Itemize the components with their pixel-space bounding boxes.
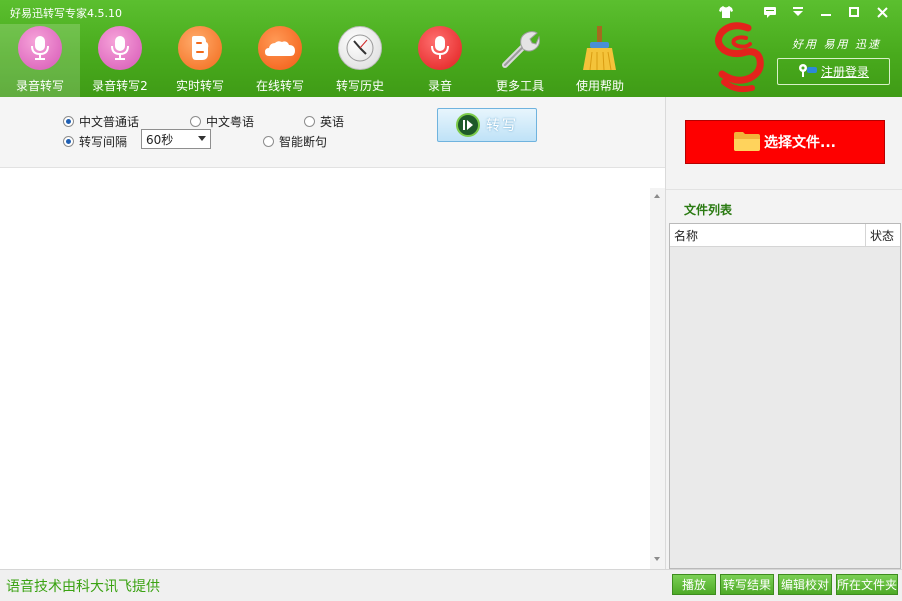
tool-label: 录音 [427, 79, 452, 93]
tool-realtime-transcribe[interactable]: 实时转写 [160, 24, 240, 97]
interval-select-value: 60秒 [146, 132, 174, 147]
tool-record[interactable]: 录音 [400, 24, 480, 97]
tool-label: 录音转写 [15, 79, 64, 93]
radio-interval[interactable]: 转写间隔 [63, 133, 127, 150]
choose-file-button[interactable]: 选择文件... [685, 120, 885, 164]
title-bar: 好易迅转写专家4.5.10 录音转写 录音转写2 实时转写 在线转写 转写历史 … [0, 0, 902, 97]
tool-label: 录音转写2 [92, 79, 148, 93]
tool-record-transcribe[interactable]: 录音转写 [0, 24, 80, 97]
file-list-header: 名称 状态 [670, 224, 900, 247]
interval-select[interactable]: 60秒 [141, 129, 211, 149]
radio-label: 英语 [320, 115, 345, 129]
cloud-icon [258, 26, 302, 70]
tool-record-transcribe-2[interactable]: 录音转写2 [80, 24, 160, 97]
tool-online-transcribe[interactable]: 在线转写 [240, 24, 320, 97]
clock-icon [338, 26, 382, 70]
radio-label: 转写间隔 [79, 135, 128, 149]
tool-label: 实时转写 [175, 79, 224, 93]
transcribe-options: 中文普通话 中文粤语 英语 转写间隔 60秒 智能断句 转写 [0, 97, 665, 168]
radio-indicator [304, 116, 315, 127]
radio-smart-break[interactable]: 智能断句 [263, 133, 327, 150]
play-icon [456, 113, 480, 137]
microphone-pink-icon [18, 26, 62, 70]
radio-indicator [190, 116, 201, 127]
microphone-red-icon [418, 26, 462, 70]
minimize-icon[interactable] [814, 2, 838, 22]
radio-label: 智能断句 [279, 135, 328, 149]
broom-icon [578, 26, 622, 70]
scroll-down-icon[interactable] [654, 557, 660, 561]
key-icon [798, 63, 818, 80]
radio-label: 中文普通话 [79, 115, 140, 129]
tool-help[interactable]: 使用帮助 [560, 24, 640, 97]
brand-slogan: 好用 易用 迅速 [792, 38, 881, 51]
transcribe-button-label: 转写 [486, 118, 518, 134]
file-list-table[interactable]: 名称 状态 [669, 223, 901, 569]
tool-label: 在线转写 [255, 79, 304, 93]
blogger-icon [178, 26, 222, 70]
microphone-pink-icon [98, 26, 142, 70]
app-title: 好易迅转写专家4.5.10 [10, 7, 122, 20]
column-header-status[interactable]: 状态 [866, 224, 900, 246]
transcript-scrollbar[interactable] [650, 188, 665, 569]
tool-transcribe-history[interactable]: 转写历史 [320, 24, 400, 97]
radio-indicator [263, 136, 274, 147]
wrench-icon [498, 26, 542, 70]
radio-mandarin[interactable]: 中文普通话 [63, 113, 139, 130]
close-icon[interactable] [870, 2, 894, 22]
radio-english[interactable]: 英语 [304, 113, 344, 130]
status-bar: 语音技术由科大讯飞提供 播放 转写结果 编辑校对 所在文件夹 [0, 569, 902, 601]
credit-text: 语音技术由科大讯飞提供 [6, 579, 160, 595]
chevron-down-icon [198, 136, 206, 141]
radio-indicator [63, 116, 74, 127]
feedback-icon[interactable] [758, 2, 782, 22]
tool-label: 使用帮助 [575, 79, 624, 93]
edit-proofread-button[interactable]: 编辑校对 [778, 574, 832, 595]
brand-logo [710, 22, 772, 96]
choose-file-label: 选择文件... [764, 135, 836, 151]
transcript-text-area[interactable] [0, 168, 650, 569]
menu-icon[interactable] [786, 2, 810, 22]
divider [666, 189, 902, 190]
transcribe-result-button[interactable]: 转写结果 [720, 574, 774, 595]
transcribe-button[interactable]: 转写 [437, 108, 537, 142]
main-toolbar: 录音转写 录音转写2 实时转写 在线转写 转写历史 录音 更多工具 使用帮助 [0, 24, 640, 97]
column-header-name[interactable]: 名称 [670, 224, 866, 246]
file-list-title: 文件列表 [684, 203, 733, 217]
register-login-button[interactable]: 注册登录 [777, 58, 890, 85]
radio-label: 中文粤语 [206, 115, 255, 129]
skin-icon[interactable] [714, 2, 738, 22]
scroll-up-icon[interactable] [654, 194, 660, 198]
register-login-label: 注册登录 [820, 65, 869, 79]
file-panel: 选择文件... 文件列表 名称 状态 [665, 97, 902, 569]
maximize-icon[interactable] [842, 2, 866, 22]
tool-more-tools[interactable]: 更多工具 [480, 24, 560, 97]
play-button[interactable]: 播放 [672, 574, 716, 595]
folder-icon [734, 131, 761, 154]
radio-indicator [63, 136, 74, 147]
tool-label: 更多工具 [495, 79, 544, 93]
radio-cantonese[interactable]: 中文粤语 [190, 113, 254, 130]
open-folder-button[interactable]: 所在文件夹 [836, 574, 898, 595]
tool-label: 转写历史 [335, 79, 384, 93]
